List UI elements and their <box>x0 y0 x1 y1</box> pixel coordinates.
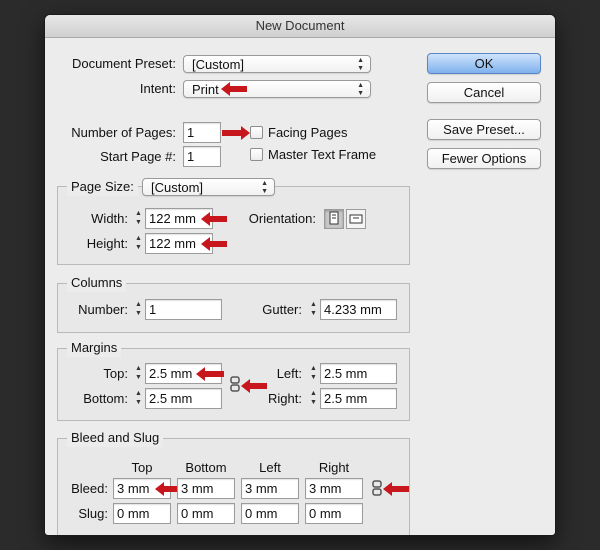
bleed-label: Bleed: <box>71 481 108 496</box>
margin-bottom-label: Bottom: <box>83 391 128 406</box>
orientation-label: Orientation: <box>248 211 316 226</box>
bleed-slug-title: Bleed and Slug <box>67 429 164 447</box>
master-text-frame-label: Master Text Frame <box>268 147 377 162</box>
annotation-arrow-icon <box>201 237 227 251</box>
height-label: Height: <box>86 236 128 251</box>
slug-left-input[interactable]: 0 mm <box>241 503 299 524</box>
page-size-select[interactable]: [Custom] ▲ ▼ <box>142 178 275 196</box>
width-label: Width: <box>91 211 128 226</box>
gutter-label: Gutter: <box>262 302 302 317</box>
document-preset-value: [Custom] <box>192 57 245 72</box>
bleed-header-right: Right <box>318 460 350 475</box>
select-arrows-icon: ▲ ▼ <box>357 82 364 97</box>
bleed-header-top: Top <box>131 460 153 475</box>
annotation-arrow-icon <box>221 82 247 96</box>
margins-title: Margins <box>67 339 122 357</box>
gutter-input[interactable]: 4.233 mm <box>320 299 397 320</box>
height-stepper[interactable]: ▲ ▼ <box>133 234 144 253</box>
annotation-arrow-icon <box>222 126 250 140</box>
margin-top-label: Top: <box>103 366 128 381</box>
facing-pages-checkbox[interactable] <box>250 126 263 139</box>
intent-select[interactable]: Print ▲ ▼ <box>183 80 371 98</box>
margin-top-stepper[interactable]: ▲ ▼ <box>133 364 144 383</box>
margin-right-label: Right: <box>268 391 302 406</box>
number-of-pages-label: Number of Pages: <box>71 125 176 140</box>
facing-pages-label: Facing Pages <box>268 125 348 140</box>
fewer-options-button[interactable]: Fewer Options <box>427 148 541 169</box>
dialog-content: Document Preset: [Custom] ▲ ▼ Intent: Pri… <box>45 38 555 535</box>
intent-label: Intent: <box>139 81 176 96</box>
columns-number-stepper[interactable]: ▲ ▼ <box>133 300 144 319</box>
slug-bottom-input[interactable]: 0 mm <box>177 503 235 524</box>
annotation-arrow-icon <box>196 367 224 381</box>
select-arrows-icon: ▲ ▼ <box>357 57 364 72</box>
save-preset-button[interactable]: Save Preset... <box>427 119 541 140</box>
margin-right-stepper[interactable]: ▲ ▼ <box>308 389 319 408</box>
annotation-arrow-icon <box>383 482 409 496</box>
columns-number-label: Number: <box>78 302 128 317</box>
portrait-orientation-icon[interactable] <box>324 209 344 229</box>
bleed-left-input[interactable]: 3 mm <box>241 478 299 499</box>
margin-left-label: Left: <box>276 366 302 381</box>
chain-link-icon[interactable] <box>372 480 382 496</box>
bleed-right-input[interactable]: 3 mm <box>305 478 363 499</box>
columns-title: Columns <box>67 274 127 292</box>
slug-label: Slug: <box>78 506 108 521</box>
select-arrows-icon: ▲ ▼ <box>261 180 268 195</box>
window-title: New Document <box>45 15 555 38</box>
cancel-button[interactable]: Cancel <box>427 82 541 103</box>
ok-button[interactable]: OK <box>427 53 541 74</box>
slug-right-input[interactable]: 0 mm <box>305 503 363 524</box>
slug-top-input[interactable]: 0 mm <box>113 503 171 524</box>
columns-number-input[interactable]: 1 <box>145 299 222 320</box>
number-of-pages-input[interactable]: 1 <box>183 122 221 143</box>
start-page-label: Start Page #: <box>100 149 176 164</box>
margin-right-input[interactable]: 2.5 mm <box>320 388 397 409</box>
master-text-frame-checkbox[interactable] <box>250 148 263 161</box>
margin-bottom-stepper[interactable]: ▲ ▼ <box>133 389 144 408</box>
landscape-orientation-icon[interactable] <box>346 209 366 229</box>
intent-value: Print <box>192 82 219 97</box>
bleed-header-bottom: Bottom <box>185 460 227 475</box>
page-size-value: [Custom] <box>151 180 204 195</box>
gutter-stepper[interactable]: ▲ ▼ <box>308 300 319 319</box>
start-page-input[interactable]: 1 <box>183 146 221 167</box>
document-preset-label: Document Preset: <box>71 56 176 71</box>
document-preset-select[interactable]: [Custom] ▲ ▼ <box>183 55 371 73</box>
width-stepper[interactable]: ▲ ▼ <box>133 209 144 228</box>
chain-link-icon[interactable] <box>230 376 240 392</box>
annotation-arrow-icon <box>201 212 227 226</box>
bleed-bottom-input[interactable]: 3 mm <box>177 478 235 499</box>
margin-left-input[interactable]: 2.5 mm <box>320 363 397 384</box>
new-document-dialog: New Document Document Preset: [Custom] ▲… <box>45 15 555 535</box>
bleed-header-left: Left <box>259 460 281 475</box>
margin-left-stepper[interactable]: ▲ ▼ <box>308 364 319 383</box>
page-size-label: Page Size: <box>67 178 138 196</box>
margin-bottom-input[interactable]: 2.5 mm <box>145 388 222 409</box>
